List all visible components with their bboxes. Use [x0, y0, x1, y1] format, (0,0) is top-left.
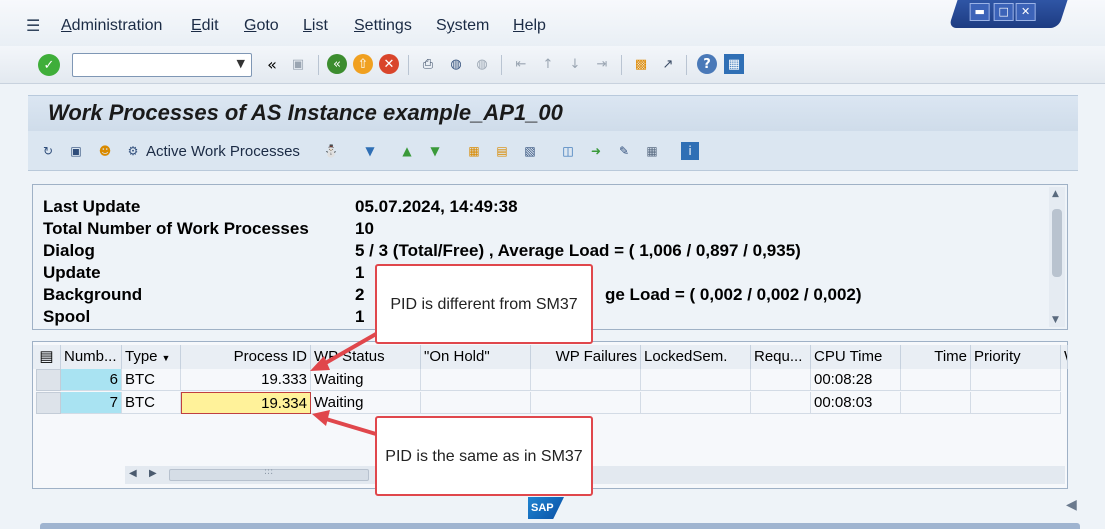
status-bar — [40, 523, 1080, 529]
arrow-head-bottom — [312, 410, 330, 426]
callout-top: PID is different from SM37 — [375, 264, 593, 344]
arrow-head-top — [310, 356, 330, 371]
arrow-line-top — [321, 332, 377, 367]
arrow-line-bottom — [325, 417, 377, 436]
status-toggle-icon[interactable]: ◀ — [1066, 497, 1077, 513]
callout-bottom: PID is the same as in SM37 — [375, 416, 593, 496]
